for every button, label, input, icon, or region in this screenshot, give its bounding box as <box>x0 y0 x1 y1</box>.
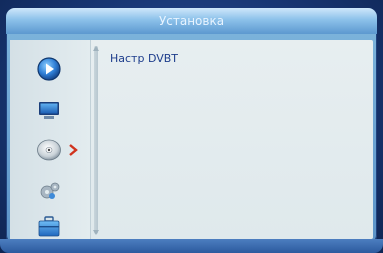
scroll-down-icon[interactable] <box>93 227 99 235</box>
sidebar-item-settings[interactable] <box>36 178 62 204</box>
sidebar-item-picture[interactable] <box>36 97 62 123</box>
tv-screen: Установка Настр DVBT <box>0 0 383 253</box>
play-icon <box>37 57 61 81</box>
sidebar-item-media[interactable] <box>36 56 62 82</box>
menu-body: Настр DVBT <box>10 40 373 239</box>
scrollbar[interactable] <box>94 46 98 234</box>
satellite-dish-icon <box>37 139 61 161</box>
scroll-up-icon[interactable] <box>93 46 99 54</box>
tv-icon <box>39 102 59 119</box>
sidebar-item-tools[interactable] <box>36 214 62 240</box>
bottom-bar <box>0 239 383 253</box>
sidebar-item-installation[interactable] <box>36 137 62 163</box>
toolbox-icon <box>38 216 60 237</box>
sidebar <box>10 40 91 239</box>
menu-item-dvbt-setup[interactable]: Настр DVBT <box>110 52 178 65</box>
window-title: Установка <box>6 8 377 34</box>
menu-content: Настр DVBT <box>106 40 373 239</box>
menu-window: Установка Настр DVBT <box>6 8 377 244</box>
gears-icon <box>40 182 60 199</box>
selected-arrow-icon <box>69 144 78 156</box>
